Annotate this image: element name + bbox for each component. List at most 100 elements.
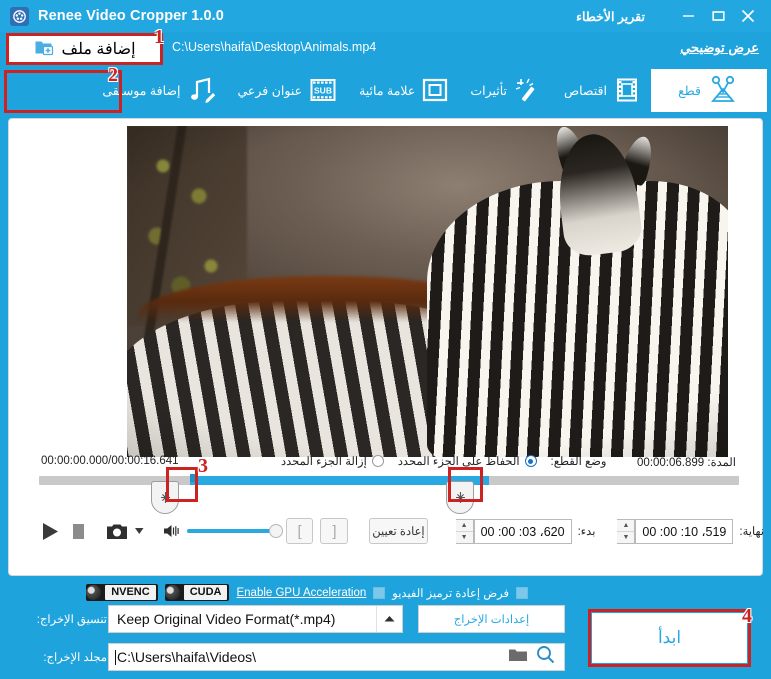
maximize-icon[interactable] bbox=[703, 3, 733, 29]
title-bar: Renee Video Cropper 1.0.0 تقرير الأخطاء bbox=[0, 0, 771, 32]
film-crop-icon bbox=[614, 77, 640, 103]
text-caret bbox=[115, 649, 116, 665]
demo-video-link[interactable]: عرض توضيحي bbox=[680, 40, 759, 56]
trim-handle-start[interactable] bbox=[151, 481, 179, 514]
time-info-row: 00:00:00.000/00:00:16.641 وضع القطع: الح… bbox=[9, 453, 764, 473]
callout-badge-2: 2 bbox=[108, 63, 118, 86]
snapshot-button[interactable] bbox=[106, 522, 128, 540]
duration-label: المدة: bbox=[707, 457, 736, 469]
start-time-label: بدء: bbox=[577, 526, 596, 538]
set-start-bracket-button[interactable]: [ bbox=[285, 518, 314, 544]
current-time: 00:00:00.000 bbox=[41, 455, 109, 467]
tab-cut[interactable]: قطع bbox=[651, 68, 767, 112]
app-title: Renee Video Cropper 1.0.0 bbox=[38, 8, 224, 24]
playback-time: 00:00:00.000/00:00:16.641 bbox=[41, 455, 179, 467]
output-folder-value: C:\Users\haifa\Videos\ bbox=[117, 649, 257, 665]
volume-slider[interactable] bbox=[187, 524, 284, 538]
folder-icon[interactable] bbox=[508, 647, 528, 668]
trim-selected-range[interactable] bbox=[190, 476, 489, 485]
bracket-start-label: [ bbox=[297, 522, 302, 540]
duration-value: 00:00:06.899 bbox=[637, 457, 705, 469]
cuda-badge: CUDA bbox=[164, 584, 230, 601]
nvenc-badge-label: NVENC bbox=[105, 585, 156, 600]
app-logo-icon bbox=[10, 6, 29, 26]
cut-mode-label-group: وضع القطع: bbox=[551, 454, 607, 468]
output-format-select[interactable]: Keep Original Video Format(*.mp4) bbox=[108, 605, 403, 633]
start-button-label: ابدأ bbox=[657, 628, 682, 647]
cuda-badge-label: CUDA bbox=[183, 585, 228, 600]
app-window: Renee Video Cropper 1.0.0 تقرير الأخطاء … bbox=[0, 0, 771, 679]
tab-watermark[interactable]: علامة مائية bbox=[348, 66, 459, 114]
end-time-down-icon[interactable]: ▼ bbox=[617, 532, 634, 543]
end-time-input[interactable]: 00 :00 :10 ،519 bbox=[635, 518, 734, 544]
close-icon[interactable] bbox=[733, 3, 763, 29]
force-reencode-checkbox[interactable] bbox=[516, 586, 528, 599]
subtitle-icon: SUB bbox=[309, 77, 337, 103]
start-time-down-icon[interactable]: ▼ bbox=[456, 532, 473, 543]
window-controls: تقرير الأخطاء bbox=[576, 3, 771, 29]
snapshot-dropdown-icon[interactable] bbox=[134, 527, 145, 535]
output-settings-label: إعدادات الإخراج bbox=[453, 614, 530, 626]
minimize-icon[interactable] bbox=[673, 3, 703, 29]
callout-badge-1: 1 bbox=[154, 25, 164, 48]
magic-wand-icon bbox=[514, 76, 542, 104]
set-end-bracket-button[interactable]: ] bbox=[320, 518, 349, 544]
total-time: 00:00:16.641 bbox=[111, 455, 179, 467]
chevron-up-icon[interactable] bbox=[376, 606, 402, 632]
trim-handle-end-icon bbox=[455, 492, 465, 503]
end-time-group: نهاية: 00 :00 :10 ،519 ▲ ▼ bbox=[617, 518, 764, 544]
start-button[interactable]: ابدأ bbox=[592, 613, 747, 663]
tab-subtitle[interactable]: SUB عنوان فرعي bbox=[227, 66, 349, 114]
radio-keep-icon[interactable] bbox=[524, 455, 537, 467]
search-icon[interactable] bbox=[536, 645, 555, 669]
nvidia-logo-icon-2 bbox=[86, 585, 102, 600]
radio-keep-label: الحفاظ على الجزء المحدد bbox=[397, 456, 520, 468]
start-time-up-icon[interactable]: ▲ bbox=[455, 520, 473, 532]
duration-info: المدة: 00:00:06.899 bbox=[637, 455, 736, 469]
output-folder-input[interactable]: C:\Users\haifa\Videos\ bbox=[108, 643, 565, 671]
video-vignette bbox=[127, 126, 728, 457]
reset-label: إعادة تعيين bbox=[372, 526, 425, 538]
end-time-up-icon[interactable]: ▲ bbox=[617, 520, 635, 532]
end-time-arrows[interactable]: ▲ ▼ bbox=[617, 518, 636, 544]
add-file-icon bbox=[34, 38, 54, 61]
radio-remove-icon[interactable] bbox=[371, 455, 384, 467]
start-time-spinner[interactable]: 00 :00 :03 ،620 ▲ ▼ bbox=[455, 518, 572, 544]
add-file-row: إضافة ملف C:\Users\haifa\Desktop\Animals… bbox=[0, 32, 771, 66]
tab-crop-label: اقتصاص bbox=[564, 83, 607, 98]
tab-effects[interactable]: تأثيرات bbox=[459, 66, 553, 114]
end-time-spinner[interactable]: 00 :00 :10 ،519 ▲ ▼ bbox=[617, 518, 734, 544]
trim-timeline[interactable] bbox=[39, 474, 739, 485]
force-reencode-label: فرض إعادة ترميز الفيديو bbox=[392, 587, 509, 600]
trim-handle-start-icon bbox=[160, 492, 170, 503]
trim-handle-end[interactable] bbox=[446, 481, 474, 514]
bug-report-link[interactable]: تقرير الأخطاء bbox=[576, 9, 645, 24]
volume-slider-knob[interactable] bbox=[269, 524, 284, 538]
video-preview[interactable] bbox=[127, 126, 728, 457]
reset-button[interactable]: إعادة تعيين bbox=[369, 518, 428, 544]
gpu-acceleration-checkbox[interactable] bbox=[373, 586, 386, 599]
main-panel: 00:00:00.000/00:00:16.641 وضع القطع: الح… bbox=[8, 118, 764, 576]
output-settings-button[interactable]: إعدادات الإخراج bbox=[418, 605, 565, 633]
end-time-label: نهاية: bbox=[739, 526, 764, 538]
output-format-value: Keep Original Video Format(*.mp4) bbox=[117, 611, 336, 627]
radio-keep-selected[interactable]: الحفاظ على الجزء المحدد bbox=[398, 454, 537, 468]
start-time-input[interactable]: 00 :00 :03 ،620 bbox=[473, 518, 572, 544]
svg-text:SUB: SUB bbox=[314, 86, 332, 96]
callout-badge-4: 4 bbox=[742, 604, 752, 627]
music-note-icon bbox=[188, 76, 216, 104]
scissors-icon bbox=[708, 75, 740, 105]
cut-mode-label: وضع القطع: bbox=[550, 456, 607, 468]
add-file-button[interactable]: إضافة ملف bbox=[7, 33, 162, 65]
play-button[interactable] bbox=[42, 522, 59, 541]
add-file-label: إضافة ملف bbox=[61, 41, 136, 58]
output-folder-label: مجلد الإخراج: bbox=[43, 652, 107, 664]
volume-slider-fill bbox=[187, 529, 274, 533]
radio-remove-selected[interactable]: إزالة الجزء المحدد bbox=[281, 454, 384, 468]
stop-button[interactable] bbox=[73, 523, 85, 539]
tab-watermark-label: علامة مائية bbox=[359, 83, 416, 98]
start-time-arrows[interactable]: ▲ ▼ bbox=[455, 518, 474, 544]
gpu-acceleration-label: Enable GPU Acceleration bbox=[236, 586, 367, 599]
tab-crop[interactable]: اقتصاص bbox=[553, 66, 651, 114]
volume-icon[interactable] bbox=[163, 523, 181, 539]
